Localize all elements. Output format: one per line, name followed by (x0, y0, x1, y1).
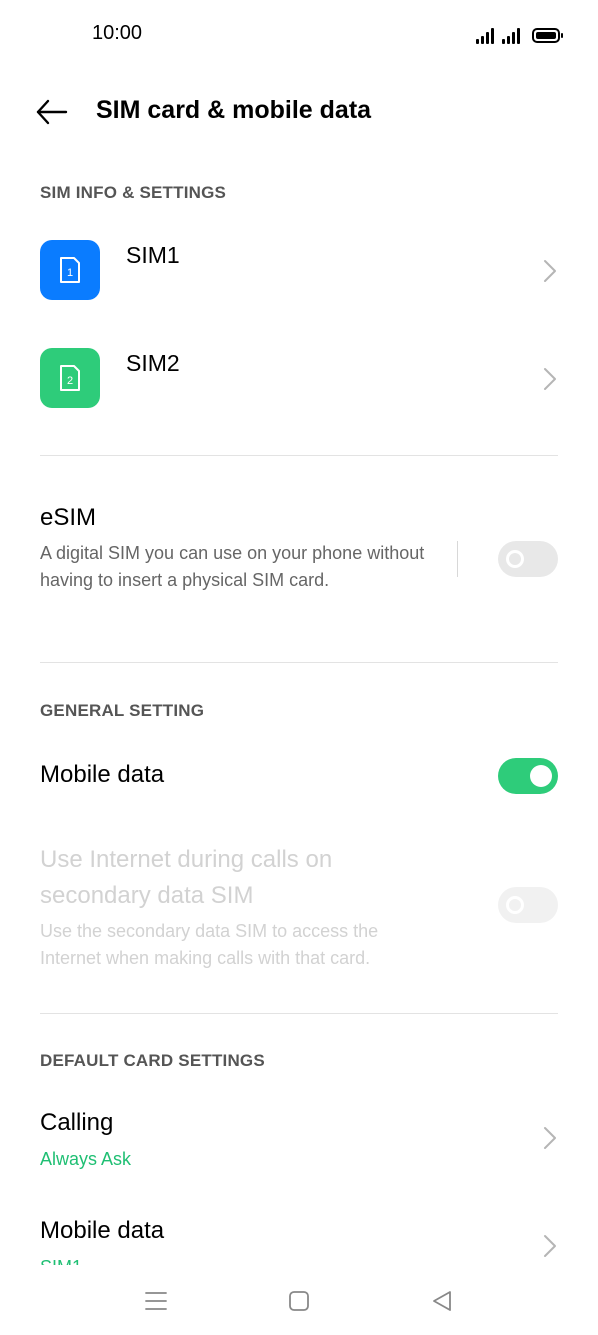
internet-calls-title: Use Internet during calls on secondary d… (40, 846, 333, 909)
esim-title: eSIM (40, 504, 97, 531)
default-mobile-data-value: SIM1 (40, 1257, 82, 1265)
calling-title: Calling (40, 1109, 114, 1136)
navigation-bar (0, 1267, 598, 1335)
divider (40, 455, 558, 456)
internet-calls-toggle[interactable] (498, 887, 558, 923)
section-label-general: GENERAL SETTING (40, 701, 205, 720)
sim2-row[interactable]: 2 SIM2 (0, 338, 598, 428)
toggle-knob (530, 765, 552, 787)
section-label-sim-info: SIM INFO & SETTINGS (40, 183, 227, 202)
status-bar: 10:00 (0, 0, 598, 68)
divider (40, 662, 558, 663)
section-label-default-card: DEFAULT CARD SETTINGS (40, 1051, 265, 1070)
chevron-right-icon (542, 1125, 558, 1151)
battery-icon (532, 28, 563, 43)
toggle-knob (506, 896, 524, 914)
home-icon (289, 1291, 309, 1311)
sim1-label: SIM1 (126, 242, 180, 268)
internet-calls-description: Use the secondary data SIM to access the… (40, 921, 379, 968)
sim1-icon: 1 (40, 240, 100, 300)
arrow-left-icon (36, 99, 68, 125)
status-icons (476, 24, 563, 44)
mobile-data-toggle[interactable] (498, 758, 558, 794)
sim2-label: SIM2 (126, 350, 180, 376)
signal-icon (502, 26, 520, 44)
back-button[interactable] (32, 94, 72, 130)
back-nav-button[interactable] (426, 1285, 458, 1317)
vertical-separator (457, 541, 458, 577)
home-button[interactable] (283, 1285, 315, 1317)
sim-card-icon: 2 (60, 365, 80, 391)
calling-row[interactable]: Calling Always Ask (0, 1095, 598, 1195)
sim2-badge: 2 (67, 375, 73, 387)
default-mobile-data-row[interactable]: Mobile data SIM1 (0, 1203, 598, 1265)
header: SIM card & mobile data (0, 80, 598, 144)
mobile-data-title: Mobile data (40, 761, 165, 788)
esim-toggle[interactable] (498, 541, 558, 577)
page-title: SIM card & mobile data (96, 96, 372, 124)
mobile-data-row[interactable]: Mobile data (0, 745, 598, 809)
chevron-right-icon (542, 1233, 558, 1259)
chevron-right-icon (542, 258, 558, 284)
sim2-icon: 2 (40, 348, 100, 408)
sim1-row[interactable]: 1 SIM1 (0, 230, 598, 320)
default-mobile-data-title: Mobile data (40, 1217, 165, 1244)
status-time: 10:00 (92, 22, 143, 44)
esim-description: A digital SIM you can use on your phone … (40, 543, 425, 590)
back-triangle-icon (433, 1291, 451, 1311)
toggle-knob (506, 550, 524, 568)
calling-value: Always Ask (40, 1149, 132, 1169)
signal-icon (476, 26, 494, 44)
screen: 10:00 SIM card & mobile data SIM INFO & … (0, 0, 598, 1335)
sim-card-icon: 1 (60, 257, 80, 283)
menu-icon (145, 1292, 167, 1310)
chevron-right-icon (542, 366, 558, 392)
divider (40, 1013, 558, 1014)
menu-button[interactable] (140, 1285, 172, 1317)
sim1-badge: 1 (67, 267, 73, 279)
